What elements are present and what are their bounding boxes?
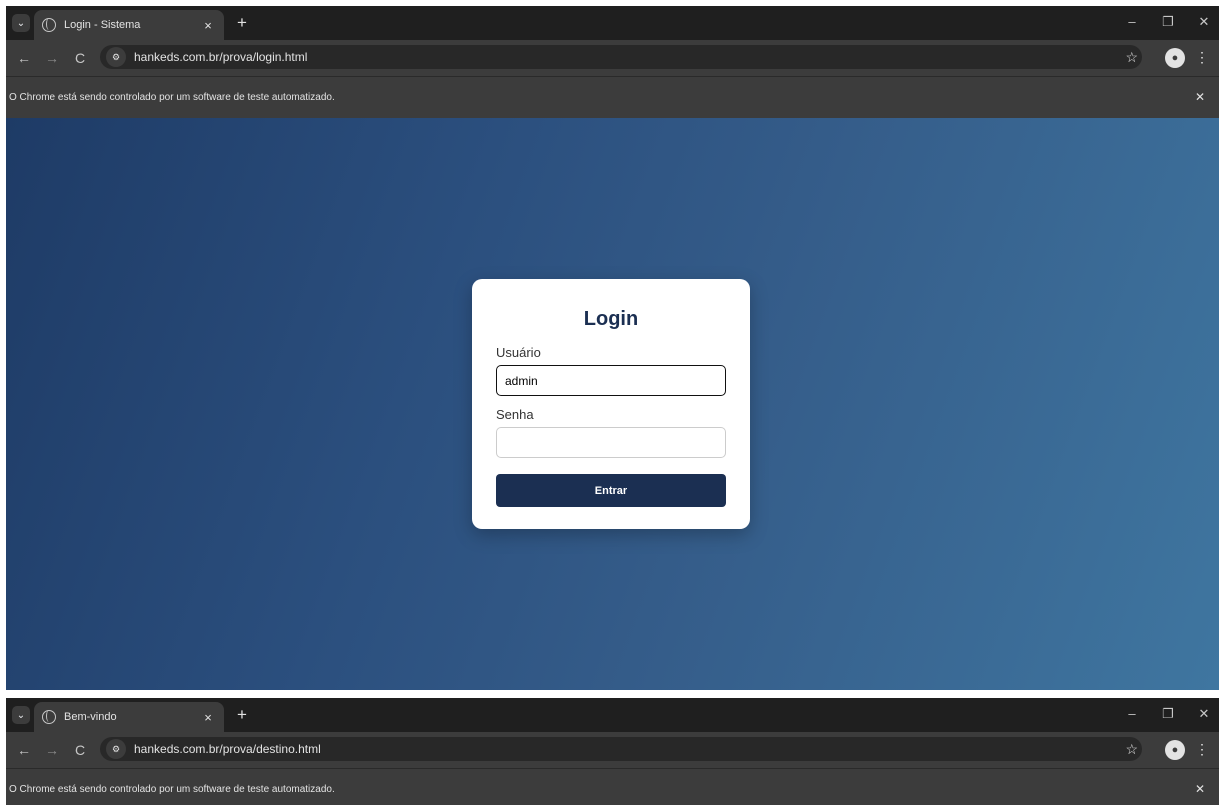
submit-button[interactable]: Entrar: [496, 474, 726, 507]
globe-icon: [42, 710, 56, 724]
back-button[interactable]: ←: [12, 742, 36, 758]
back-button[interactable]: ←: [12, 50, 36, 66]
tab-close-icon[interactable]: ×: [200, 18, 216, 33]
login-card: Login Usuário Senha Entrar: [472, 279, 750, 529]
browser-window-destino: ⌄ Bem-vindo × + – ❐ ✕ ← → C ⚙ hankeds.co…: [6, 698, 1219, 805]
profile-avatar-icon[interactable]: ●: [1165, 48, 1185, 68]
address-bar[interactable]: ⚙ hankeds.com.br/prova/destino.html ☆: [100, 737, 1142, 761]
tab-close-icon[interactable]: ×: [200, 710, 216, 725]
restore-button[interactable]: ❐: [1157, 706, 1179, 722]
forward-button[interactable]: →: [40, 742, 64, 758]
browser-toolbar: ← → C ⚙ hankeds.com.br/prova/destino.htm…: [6, 732, 1219, 768]
close-window-button[interactable]: ✕: [1193, 706, 1215, 722]
reload-button[interactable]: C: [68, 742, 92, 758]
user-input[interactable]: [496, 365, 726, 396]
minimize-button[interactable]: –: [1121, 706, 1143, 721]
new-tab-button[interactable]: +: [232, 13, 252, 33]
restore-button[interactable]: ❐: [1157, 14, 1179, 30]
tab-login[interactable]: Login - Sistema ×: [34, 10, 224, 40]
site-info-icon[interactable]: ⚙: [106, 739, 126, 759]
profile-avatar-icon[interactable]: ●: [1165, 740, 1185, 760]
password-label: Senha: [496, 407, 534, 422]
kebab-menu-icon[interactable]: ⋮: [1195, 741, 1209, 758]
infobar-text: O Chrome está sendo controlado por um so…: [9, 92, 335, 103]
automation-infobar: O Chrome está sendo controlado por um so…: [6, 768, 1219, 805]
page-background: Login Usuário Senha Entrar: [6, 118, 1219, 690]
tab-bem-vindo[interactable]: Bem-vindo ×: [34, 702, 224, 732]
tab-strip: ⌄ Login - Sistema × + – ❐ ✕: [6, 6, 1219, 40]
tab-strip: ⌄ Bem-vindo × + – ❐ ✕: [6, 698, 1219, 732]
infobar-close-icon[interactable]: ✕: [1195, 782, 1205, 796]
user-label: Usuário: [496, 345, 541, 360]
tab-search-icon[interactable]: ⌄: [12, 14, 30, 32]
bookmark-star-icon[interactable]: ☆: [1125, 741, 1138, 758]
new-tab-button[interactable]: +: [232, 705, 252, 725]
site-info-icon[interactable]: ⚙: [106, 47, 126, 67]
url-text: hankeds.com.br/prova/destino.html: [134, 742, 321, 756]
reload-button[interactable]: C: [68, 50, 92, 66]
forward-button[interactable]: →: [40, 50, 64, 66]
tab-search-icon[interactable]: ⌄: [12, 706, 30, 724]
login-title: Login: [583, 308, 639, 330]
close-window-button[interactable]: ✕: [1193, 14, 1215, 30]
tab-title: Bem-vindo: [64, 711, 117, 723]
url-text: hankeds.com.br/prova/login.html: [134, 50, 308, 64]
automation-infobar: O Chrome está sendo controlado por um so…: [6, 76, 1219, 118]
address-bar[interactable]: ⚙ hankeds.com.br/prova/login.html ☆: [100, 45, 1142, 69]
bookmark-star-icon[interactable]: ☆: [1125, 49, 1138, 66]
tab-title: Login - Sistema: [64, 19, 141, 31]
password-input[interactable]: [496, 427, 726, 458]
kebab-menu-icon[interactable]: ⋮: [1195, 49, 1209, 66]
globe-icon: [42, 18, 56, 32]
infobar-text: O Chrome está sendo controlado por um so…: [9, 784, 335, 795]
infobar-close-icon[interactable]: ✕: [1195, 90, 1205, 104]
minimize-button[interactable]: –: [1121, 14, 1143, 29]
browser-window-login: ⌄ Login - Sistema × + – ❐ ✕ ← → C ⚙ hank…: [6, 6, 1219, 690]
browser-toolbar: ← → C ⚙ hankeds.com.br/prova/login.html …: [6, 40, 1219, 76]
